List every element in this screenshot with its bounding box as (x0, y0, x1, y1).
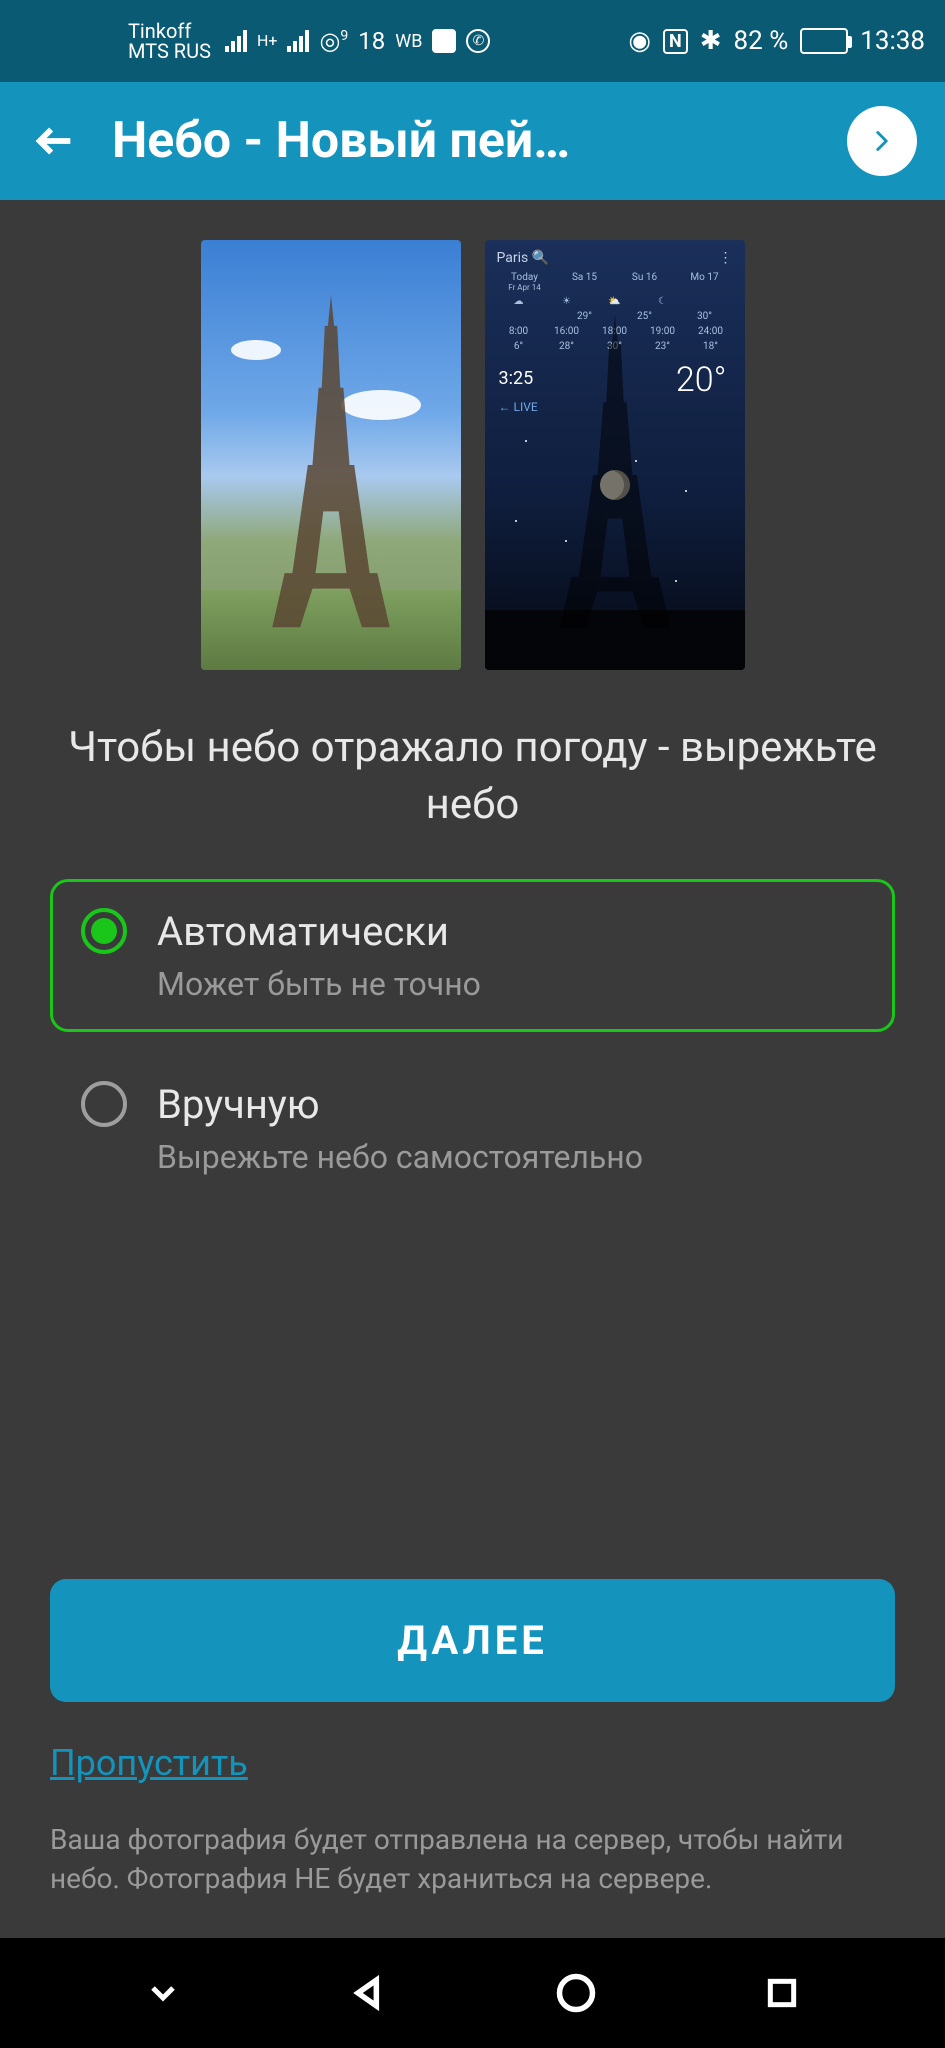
forward-button[interactable] (847, 106, 917, 176)
circle-icon (554, 1971, 598, 2015)
status-left: Tinkoff MTS RUS H+ ◎9 18 WB ✆ (18, 21, 490, 61)
nav-home[interactable] (548, 1965, 604, 2021)
forecast-icons: ☁☀⛅☾ (497, 296, 733, 307)
nav-hide-keyboard[interactable] (135, 1965, 191, 2021)
whatsapp-icon: ✆ (466, 29, 490, 53)
triangle-left-icon (347, 1971, 391, 2015)
chevron-right-icon (865, 124, 899, 158)
eiffel-tower-icon (251, 295, 411, 635)
square-icon (762, 1973, 802, 2013)
back-button[interactable] (28, 114, 82, 168)
current-time: 3:25 (499, 368, 534, 389)
eye-icon: ◉ (628, 26, 651, 56)
battery-icon (800, 28, 848, 54)
signal-icon-2 (287, 30, 309, 52)
status-right: ◉ N ✱ 82 % 13:38 (628, 26, 925, 56)
eiffel-tower-icon (540, 315, 690, 635)
content-area: Paris 🔍 ⋮ TodayFr Apr 14 Sa 15 Su 16 Mo … (0, 200, 945, 1938)
radio-icon (81, 1081, 127, 1127)
menu-dots-icon: ⋮ (719, 250, 733, 266)
next-button[interactable]: ДАЛЕЕ (50, 1579, 895, 1702)
option-title: Вручную (157, 1081, 643, 1128)
temperature: 18 (358, 27, 385, 55)
option-subtitle: Может быть не точно (157, 965, 481, 1003)
app-icon-1 (432, 29, 456, 53)
nav-recent[interactable] (754, 1965, 810, 2021)
instruction-text: Чтобы небо отражало погоду - вырежьте не… (50, 720, 895, 833)
nfc-icon: N (663, 29, 688, 54)
preview-night: Paris 🔍 ⋮ TodayFr Apr 14 Sa 15 Su 16 Mo … (485, 240, 745, 670)
app-bar: Небо - Новый пей… (0, 82, 945, 200)
clock: 13:38 (860, 26, 925, 56)
hotspot-icon: ◎9 (319, 27, 348, 55)
wb-label: WB (395, 31, 422, 52)
carrier-1: Tinkoff (128, 21, 211, 41)
preview-day (201, 240, 461, 670)
network-type: H+ (257, 33, 278, 49)
skip-link[interactable]: Пропустить (50, 1742, 248, 1784)
live-label: ← LIVE (499, 400, 538, 414)
status-mid-icons: H+ ◎9 18 WB ✆ (225, 27, 491, 55)
disclaimer-text: Ваша фотография будет отправлена на серв… (50, 1820, 895, 1898)
battery-percent: 82 % (734, 26, 789, 56)
signal-icon-1 (225, 30, 247, 52)
status-bar: Tinkoff MTS RUS H+ ◎9 18 WB ✆ ◉ N ✱ 82 %… (0, 0, 945, 82)
arrow-left-icon (32, 118, 78, 164)
option-automatic[interactable]: Автоматически Может быть не точно (50, 879, 895, 1032)
carrier-2: MTS RUS (128, 41, 211, 61)
carrier-labels: Tinkoff MTS RUS (18, 21, 211, 61)
nav-back[interactable] (341, 1965, 397, 2021)
system-nav-bar (0, 1938, 945, 2048)
city-search: Paris 🔍 (497, 250, 550, 266)
option-title: Автоматически (157, 908, 481, 955)
chevron-down-icon (143, 1973, 183, 2013)
bluetooth-icon: ✱ (700, 26, 722, 56)
page-title: Небо - Новый пей… (112, 112, 817, 170)
option-manual[interactable]: Вручную Вырежьте небо самостоятельно (50, 1052, 895, 1205)
preview-row: Paris 🔍 ⋮ TodayFr Apr 14 Sa 15 Su 16 Mo … (50, 240, 895, 670)
option-subtitle: Вырежьте небо самостоятельно (157, 1138, 643, 1176)
radio-icon (81, 908, 127, 954)
forecast-days: TodayFr Apr 14 Sa 15 Su 16 Mo 17 (497, 272, 733, 292)
